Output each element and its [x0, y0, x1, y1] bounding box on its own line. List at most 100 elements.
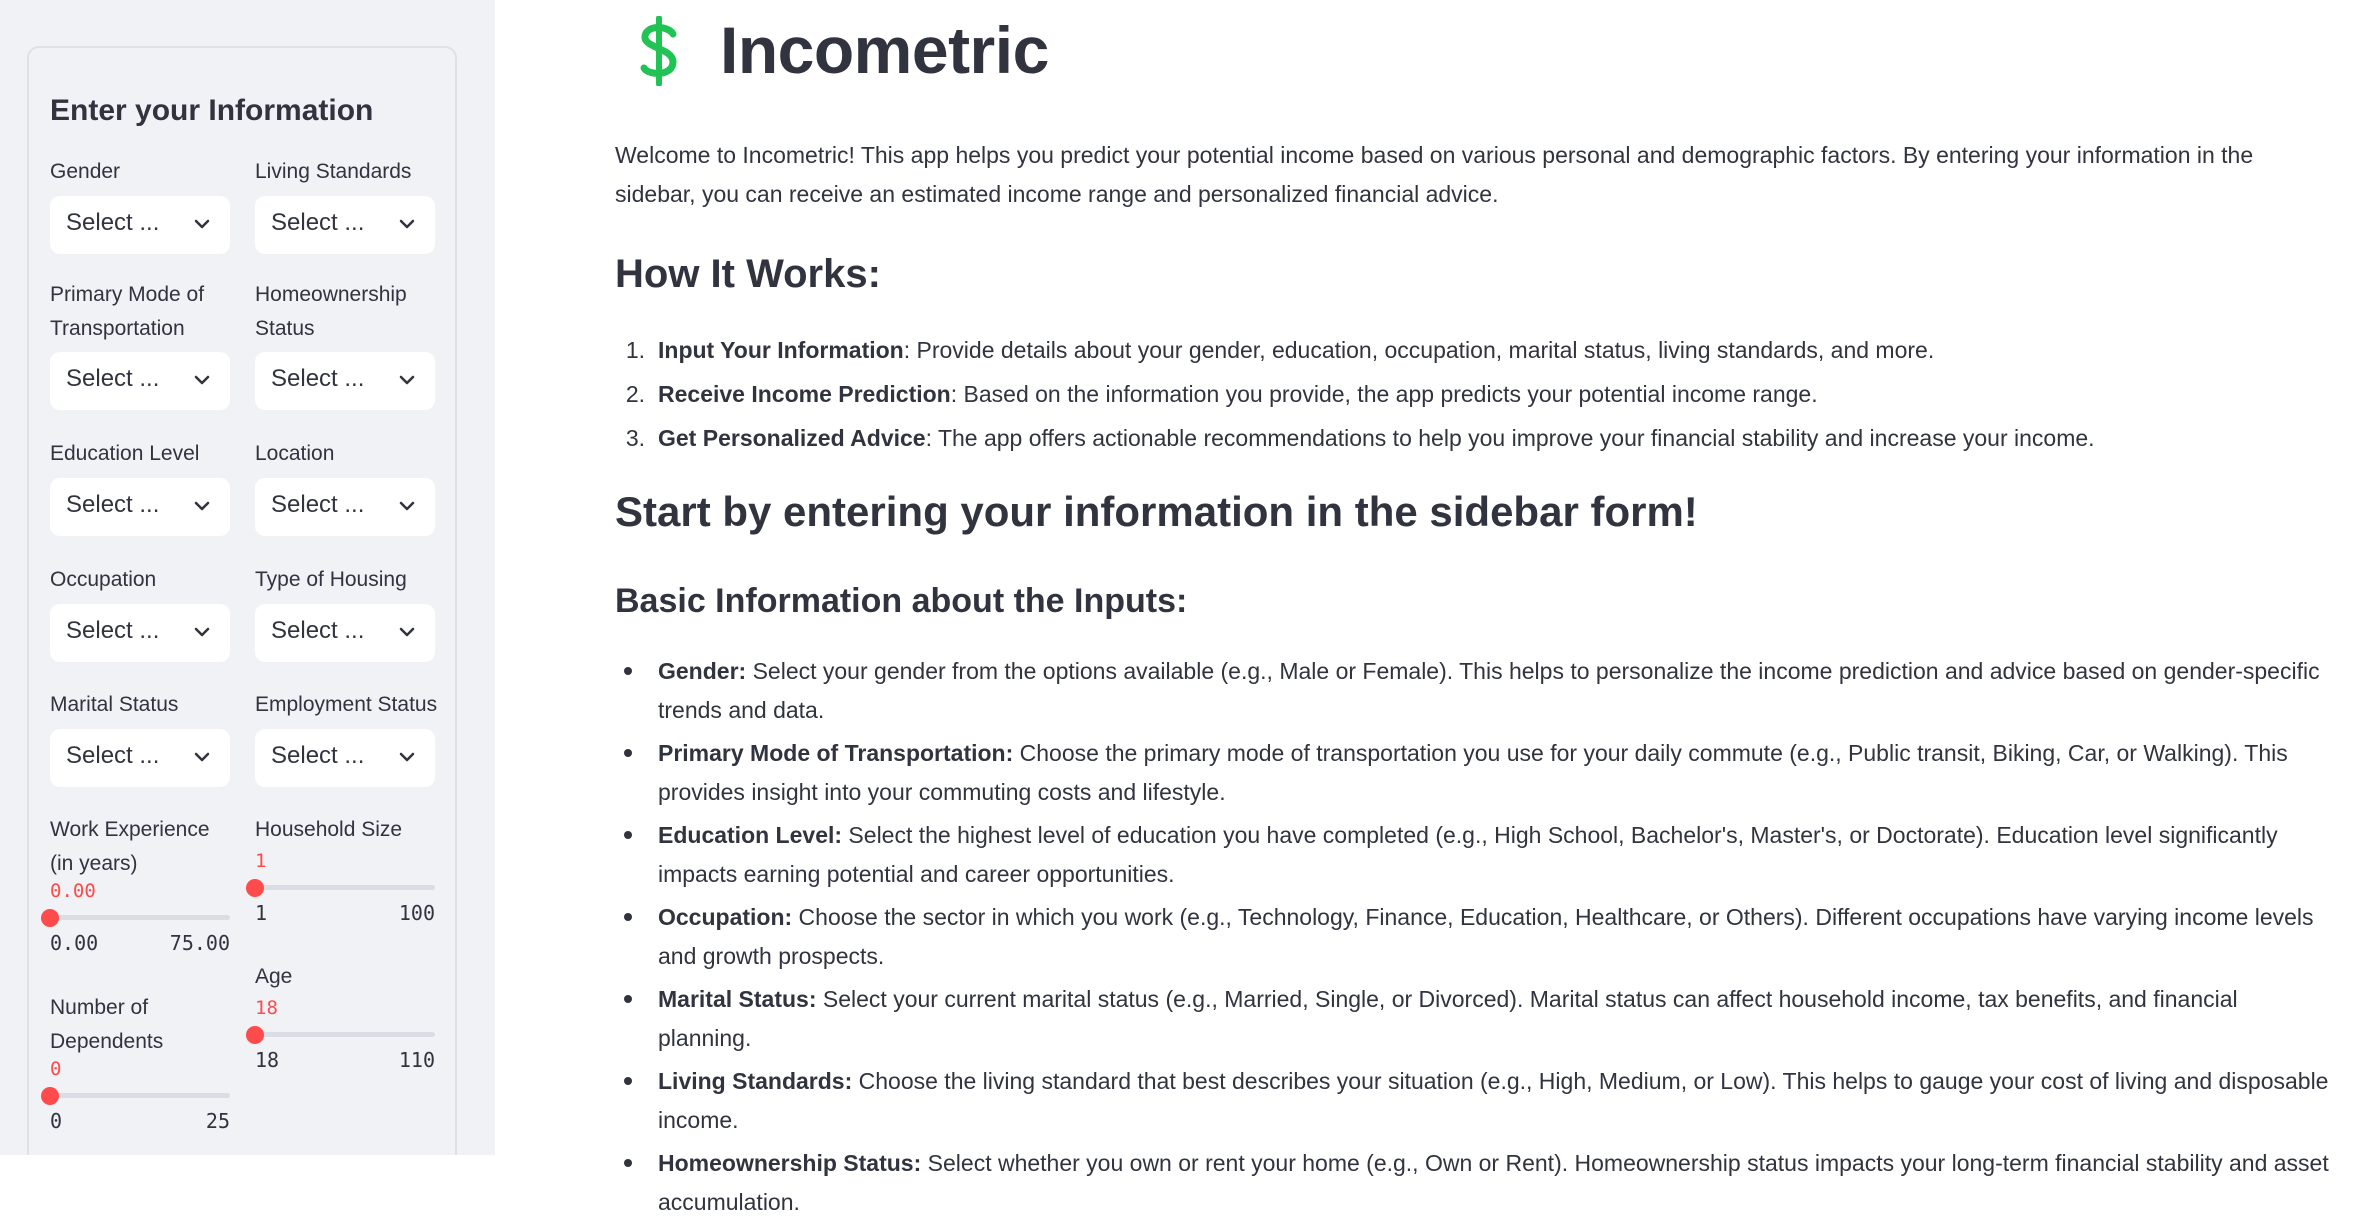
step-number: 3.	[625, 425, 645, 451]
bullet-icon	[624, 913, 632, 921]
work-experience-slider[interactable]: 0.00 0.00 75.00	[41, 880, 230, 955]
slider-thumb[interactable]	[41, 1087, 59, 1105]
slider-min: 0.00	[50, 931, 99, 955]
input-description: Choose the living standard that best des…	[658, 1068, 2329, 1133]
chevron-down-icon	[194, 219, 210, 229]
household-size-label: Household Size	[255, 818, 403, 841]
work-experience-label: Work Experience (in years)	[50, 818, 210, 875]
chevron-down-icon	[194, 501, 210, 511]
list-item: Occupation: Choose the sector in which y…	[615, 898, 2335, 975]
homeownership-label: Homeownership Status	[255, 283, 407, 340]
slider-track[interactable]	[50, 1093, 230, 1098]
intro-text: Welcome to Incometric! This app helps yo…	[615, 142, 2254, 207]
transportation-select-value: Select ...	[66, 365, 160, 392]
step-item: 2. Receive Income Prediction: Based on th…	[615, 372, 2335, 416]
form-title: Enter your Information	[50, 94, 374, 127]
step-item: 1. Input Your Information: Provide detail…	[615, 328, 2335, 372]
input-name: Occupation:	[658, 904, 793, 930]
education-select[interactable]: Select ...	[50, 478, 230, 536]
main-content: Incometric Welcome to Incometric! This a…	[495, 0, 2358, 1215]
slider-min: 18	[255, 1048, 280, 1072]
chevron-down-icon	[399, 219, 415, 229]
chevron-down-icon	[399, 752, 415, 762]
list-item: Marital Status: Select your current mari…	[615, 980, 2335, 1057]
step-text: : Based on the information you provide, …	[950, 381, 1818, 407]
input-description: Select your gender from the options avai…	[658, 658, 2320, 723]
occupation-label: Occupation	[50, 568, 157, 591]
list-item: Living Standards: Choose the living stan…	[615, 1062, 2335, 1139]
housing-type-select-value: Select ...	[271, 617, 365, 644]
sidebar: Enter your Information Gender Select ...…	[0, 0, 495, 1155]
chevron-down-icon	[399, 375, 415, 385]
slider-thumb[interactable]	[246, 1026, 264, 1044]
input-description: Select the highest level of education yo…	[658, 822, 2278, 887]
employment-label: Employment Status	[255, 693, 438, 716]
marital-select[interactable]: Select ...	[50, 729, 230, 787]
input-name: Marital Status:	[658, 986, 817, 1012]
housing-type-label: Type of Housing	[255, 568, 407, 591]
inputs-info-list: Gender: Select your gender from the opti…	[615, 652, 2335, 1226]
dollar-sign-icon	[640, 16, 677, 86]
list-item: Education Level: Select the highest leve…	[615, 816, 2335, 893]
step-text: : The app offers actionable recommendati…	[925, 425, 2095, 451]
household-size-slider[interactable]: 1 1 100	[246, 850, 435, 925]
input-name: Primary Mode of Transportation:	[658, 740, 1014, 766]
list-item: Homeownership Status: Select whether you…	[615, 1144, 2335, 1221]
list-item: Gender: Select your gender from the opti…	[615, 652, 2335, 729]
input-name: Education Level:	[658, 822, 843, 848]
dependents-label: Number of Dependents	[50, 996, 164, 1053]
step-text: : Provide details about your gender, edu…	[903, 337, 1935, 363]
slider-max: 75.00	[169, 931, 230, 955]
age-label: Age	[255, 965, 293, 988]
living-standards-select-value: Select ...	[271, 209, 365, 236]
step-number: 1.	[625, 337, 645, 363]
chevron-down-icon	[399, 627, 415, 637]
chevron-down-icon	[194, 627, 210, 637]
slider-track[interactable]	[255, 885, 435, 890]
living-standards-select[interactable]: Select ...	[255, 196, 435, 254]
steps-list: 1. Input Your Information: Provide detail…	[615, 328, 2335, 460]
education-select-value: Select ...	[66, 491, 160, 518]
step-title: Input Your Information	[658, 337, 904, 363]
transportation-label: Primary Mode of Transportation	[50, 283, 205, 340]
gender-select[interactable]: Select ...	[50, 196, 230, 254]
occupation-select[interactable]: Select ...	[50, 604, 230, 662]
step-title: Receive Income Prediction	[658, 381, 951, 407]
age-slider[interactable]: 18 18 110	[246, 997, 435, 1072]
employment-select-value: Select ...	[271, 742, 365, 769]
slider-track[interactable]	[50, 915, 230, 920]
slider-max: 110	[398, 1048, 435, 1072]
step-number: 2.	[625, 381, 645, 407]
bullet-icon	[624, 749, 632, 757]
slider-thumb[interactable]	[41, 909, 59, 927]
slider-min: 1	[255, 901, 268, 925]
app-title: Incometric	[720, 13, 1049, 87]
transportation-select[interactable]: Select ...	[50, 352, 230, 410]
location-select[interactable]: Select ...	[255, 478, 435, 536]
employment-select[interactable]: Select ...	[255, 729, 435, 787]
slider-current-value: 0.00	[50, 880, 96, 902]
dependents-slider[interactable]: 0 0 25	[41, 1058, 230, 1133]
bullet-icon	[624, 1077, 632, 1085]
gender-select-value: Select ...	[66, 209, 160, 236]
slider-track[interactable]	[255, 1032, 435, 1037]
housing-type-select[interactable]: Select ...	[255, 604, 435, 662]
input-description: Select your current marital status (e.g.…	[658, 986, 2238, 1051]
step-title: Get Personalized Advice	[658, 425, 926, 451]
homeownership-select-value: Select ...	[271, 365, 365, 392]
input-name: Living Standards:	[658, 1068, 853, 1094]
gender-label: Gender	[50, 160, 121, 183]
location-label: Location	[255, 442, 335, 465]
education-label: Education Level	[50, 442, 200, 465]
location-select-value: Select ...	[271, 491, 365, 518]
occupation-select-value: Select ...	[66, 617, 160, 644]
homeownership-select[interactable]: Select ...	[255, 352, 435, 410]
chevron-down-icon	[194, 752, 210, 762]
slider-thumb[interactable]	[246, 879, 264, 897]
slider-current-value: 1	[255, 850, 267, 872]
slider-max: 25	[205, 1109, 230, 1133]
input-name: Gender:	[658, 658, 747, 684]
bullet-icon	[624, 1159, 632, 1167]
bullet-icon	[624, 995, 632, 1003]
slider-current-value: 0	[50, 1058, 62, 1080]
